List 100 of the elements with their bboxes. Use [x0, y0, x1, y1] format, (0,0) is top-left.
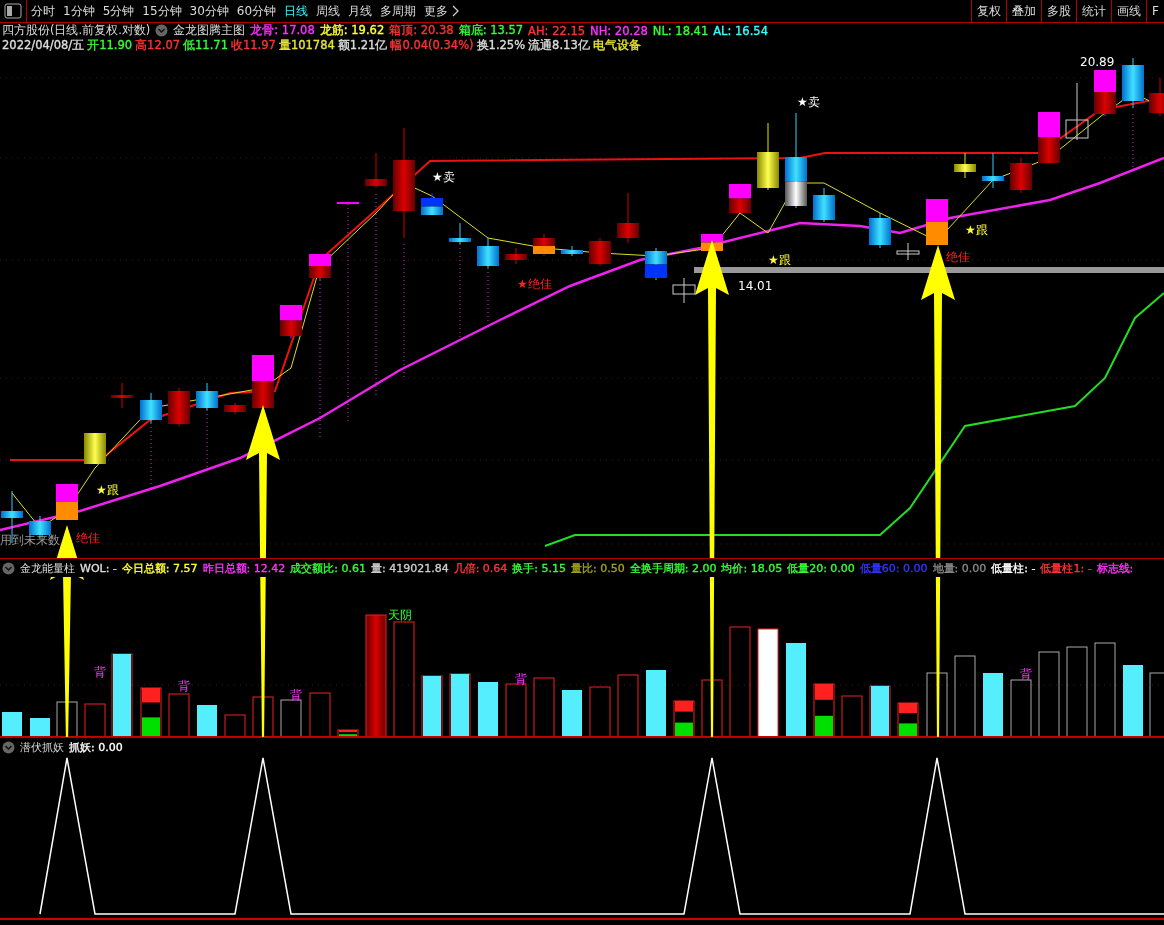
chart-label: 用到未来数 [0, 533, 60, 547]
indicator-value: 低量柱1: - [1040, 560, 1092, 576]
volume-bar [533, 677, 555, 737]
volume-bar [983, 673, 1003, 737]
candlestick [757, 122, 779, 191]
candlestick [954, 152, 976, 179]
chart-label: 背 [515, 672, 527, 686]
quote-value: 开11.90 [87, 38, 133, 53]
candlestick [813, 187, 835, 223]
volume-bar [252, 696, 274, 737]
toolbar-button[interactable]: 多股 [1041, 0, 1077, 22]
volume-bar [309, 692, 331, 737]
period-tab[interactable]: 周线 [312, 0, 345, 22]
indicator-value: 抓妖: 0.00 [69, 739, 123, 755]
candlestick [505, 247, 527, 265]
candlestick [1149, 77, 1164, 117]
indicator-value: 箱底: 13.57 [458, 23, 524, 38]
chart-label: 背 [94, 665, 106, 679]
indicator-value: 量: 419021.84 [370, 560, 449, 576]
indicator-value: 龙骨: 17.08 [250, 23, 315, 38]
volume-bar [926, 672, 948, 737]
candlestick [926, 198, 948, 246]
period-tab[interactable]: 1分钟 [59, 0, 99, 22]
indicator-value: 龙筋: 19.62 [319, 23, 385, 38]
chart-label: ★跟 [965, 223, 988, 237]
chart-label: 背 [1020, 667, 1032, 681]
indicator-value: 箱顶: 20.38 [389, 23, 454, 38]
volume-bar [646, 670, 666, 737]
volume-bar [1149, 672, 1164, 737]
period-tab[interactable]: 多周期 [376, 0, 421, 22]
indicator-value: 换手: 5.15 [512, 560, 567, 576]
candlestick [196, 382, 218, 411]
period-tab[interactable]: 月线 [344, 0, 377, 22]
indicator-value: 均价: 18.05 [721, 560, 783, 576]
chevron-down-icon[interactable] [155, 24, 169, 37]
candlestick [168, 387, 190, 427]
indicator-name: 金龙图腾主图 [173, 23, 246, 38]
candlestick [477, 237, 499, 269]
indicator-value: 标志线: [1096, 560, 1134, 576]
indicator-value: 低量20: 0.00 [787, 560, 855, 576]
candlestick [896, 242, 920, 261]
more-button[interactable]: 更多 [420, 0, 453, 22]
volume-bar [505, 683, 527, 737]
candlestick [589, 237, 611, 267]
chart-label: 绝佳 [76, 531, 100, 545]
chart-label: ★卖 [432, 170, 455, 184]
period-tab[interactable]: 15分钟 [138, 0, 186, 22]
candlestick [224, 402, 246, 415]
candlestick [1010, 157, 1032, 194]
indicator-value: 低量60: 0.00 [859, 560, 928, 576]
indicator-value: 昨日总额: 12.42 [202, 560, 286, 576]
candlestick [337, 201, 359, 205]
indicator-value: WOL: - [80, 561, 117, 575]
toolbar-button[interactable]: 统计 [1076, 0, 1112, 22]
period-tab[interactable]: 日线 [280, 0, 313, 22]
chart-label: ★跟 [96, 483, 119, 497]
candlestick [1122, 57, 1144, 109]
period-tab[interactable]: 分时 [27, 0, 59, 22]
candlestick [449, 222, 471, 245]
indicator-value: 今日总额: 7.57 [121, 560, 198, 576]
quote-value: 电气设备 [592, 38, 641, 53]
candlestick [421, 192, 443, 216]
quote-value: 量101784 [278, 38, 335, 53]
volume-bar [2, 712, 22, 737]
indicator-value: AL: 16.54 [713, 23, 768, 38]
candlestick [365, 152, 387, 189]
chart-label: 20.89 [1080, 55, 1115, 69]
panel-toggle-icon[interactable] [4, 3, 22, 19]
candlestick [1065, 82, 1089, 141]
toolbar-button[interactable]: F [1146, 0, 1164, 22]
candlestick [561, 245, 583, 257]
candlestick [672, 277, 696, 304]
toolbar-button[interactable]: 画线 [1111, 0, 1147, 22]
candlestick [84, 432, 106, 465]
volume-bar [449, 673, 471, 737]
volume-bar [701, 679, 723, 737]
indicator-value: 量比: 0.50 [571, 560, 625, 576]
indicator-name: 潜伏抓妖 [20, 739, 64, 755]
indicator-value: 地量: 0.00 [932, 560, 987, 576]
volume-bar [478, 682, 498, 737]
chart-label: ★跟 [768, 253, 791, 267]
indicator-value: NH: 20.28 [590, 23, 648, 38]
period-tab[interactable]: 30分钟 [185, 0, 233, 22]
chevron-down-icon[interactable] [2, 740, 15, 754]
toolbar-button[interactable]: 复权 [971, 0, 1007, 22]
quote-value: 流通8.13亿 [528, 38, 590, 53]
chevron-down-icon[interactable] [2, 561, 15, 575]
quote-value: 换1.25% [476, 38, 526, 53]
volume-bar [168, 693, 190, 737]
volume-bar [617, 674, 639, 737]
indicator-value: NL: 18.41 [652, 23, 709, 38]
candlestick [1, 490, 23, 544]
indicator-value: AH: 22.15 [528, 23, 586, 38]
toolbar-button[interactable]: 叠加 [1006, 0, 1042, 22]
volume-bar [562, 690, 582, 737]
period-tab[interactable]: 60分钟 [232, 0, 281, 22]
candlestick [280, 304, 302, 339]
volume-bar [1123, 665, 1143, 737]
candlestick [869, 212, 891, 249]
period-tab[interactable]: 5分钟 [98, 0, 139, 22]
